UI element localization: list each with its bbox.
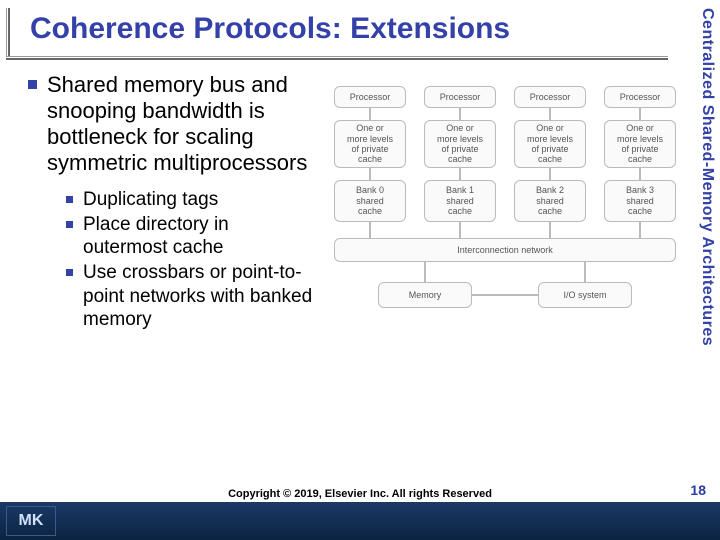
interconnect-box: Interconnection network bbox=[334, 238, 676, 262]
private-cache-box: One or more levels of private cache bbox=[334, 120, 406, 168]
slide-title: Coherence Protocols: Extensions bbox=[30, 12, 510, 46]
bullet-square-icon bbox=[66, 196, 73, 203]
footer-bar: MK bbox=[0, 502, 720, 540]
bullet-level2: Duplicating tags bbox=[66, 188, 318, 211]
shared-cache-bank-box: Bank 3 shared cache bbox=[604, 180, 676, 222]
bullet-square-icon bbox=[66, 221, 73, 228]
title-ornament-vertical bbox=[6, 8, 10, 56]
publisher-logo: MK bbox=[6, 506, 56, 536]
title-underline bbox=[6, 56, 668, 60]
connector-line bbox=[549, 222, 551, 238]
processor-box: Processor bbox=[424, 86, 496, 108]
bullet-level1-text: Shared memory bus and snooping bandwidth… bbox=[47, 72, 318, 176]
bullet-level2-text: Place directory in outermost cache bbox=[83, 213, 318, 259]
connector-line bbox=[549, 108, 551, 120]
private-cache-box: One or more levels of private cache bbox=[604, 120, 676, 168]
connector-line bbox=[639, 108, 641, 120]
sub-bullets: Duplicating tags Place directory in oute… bbox=[66, 188, 318, 331]
private-cache-box: One or more levels of private cache bbox=[424, 120, 496, 168]
processor-box: Processor bbox=[514, 86, 586, 108]
memory-box: Memory bbox=[378, 282, 472, 308]
bullet-level1: Shared memory bus and snooping bandwidth… bbox=[28, 72, 318, 176]
bullet-square-icon bbox=[28, 80, 37, 89]
bullet-level2-text: Use crossbars or point-to-point networks… bbox=[83, 261, 318, 331]
connector-line bbox=[369, 108, 371, 120]
connector-line bbox=[472, 294, 538, 296]
connector-line bbox=[549, 168, 551, 180]
bullet-level2-text: Duplicating tags bbox=[83, 188, 218, 211]
connector-line bbox=[459, 168, 461, 180]
bullet-level2: Place directory in outermost cache bbox=[66, 213, 318, 259]
connector-line bbox=[459, 222, 461, 238]
connector-line bbox=[459, 108, 461, 120]
connector-line bbox=[424, 262, 426, 282]
shared-cache-bank-box: Bank 0 shared cache bbox=[334, 180, 406, 222]
page-number: 18 bbox=[690, 482, 706, 498]
bullet-square-icon bbox=[66, 269, 73, 276]
shared-cache-bank-box: Bank 1 shared cache bbox=[424, 180, 496, 222]
shared-cache-bank-box: Bank 2 shared cache bbox=[514, 180, 586, 222]
copyright-text: Copyright © 2019, Elsevier Inc. All righ… bbox=[0, 488, 720, 500]
content-area: Shared memory bus and snooping bandwidth… bbox=[28, 72, 318, 333]
processor-box: Processor bbox=[604, 86, 676, 108]
private-cache-box: One or more levels of private cache bbox=[514, 120, 586, 168]
chapter-side-label: Centralized Shared-Memory Architectures bbox=[698, 8, 716, 346]
connector-line bbox=[584, 262, 586, 282]
connector-line bbox=[369, 222, 371, 238]
architecture-diagram: Processor Processor Processor Processor … bbox=[328, 80, 690, 400]
bullet-level2: Use crossbars or point-to-point networks… bbox=[66, 261, 318, 331]
connector-line bbox=[639, 222, 641, 238]
processor-box: Processor bbox=[334, 86, 406, 108]
connector-line bbox=[639, 168, 641, 180]
connector-line bbox=[369, 168, 371, 180]
io-system-box: I/O system bbox=[538, 282, 632, 308]
